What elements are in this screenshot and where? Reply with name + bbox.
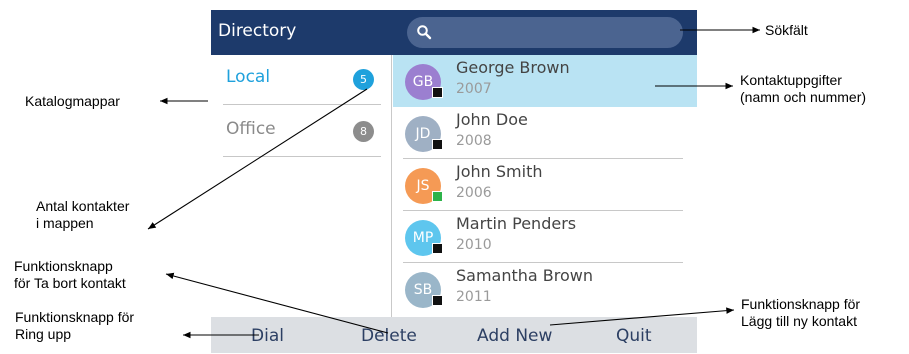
delete-callout-line xyxy=(165,272,389,334)
dial-softkey-callout: Funktionsknapp för Ring upp xyxy=(15,309,135,342)
add-new-softkey-callout: Funktionsknapp för Lägg till ny kontakt xyxy=(741,296,861,329)
folders-callout: Katalogmappar xyxy=(25,93,120,109)
contact-details-callout: Kontaktuppgifter (namn och nummer) xyxy=(740,72,867,105)
add-new-callout-line xyxy=(549,307,735,326)
search-callout: Sökfält xyxy=(765,22,808,38)
count-callout: Antal kontakter i mappen xyxy=(36,198,130,231)
delete-softkey-callout: Funktionsknapp för Ta bort kontakt xyxy=(14,258,126,291)
count-callout-line xyxy=(147,88,368,230)
